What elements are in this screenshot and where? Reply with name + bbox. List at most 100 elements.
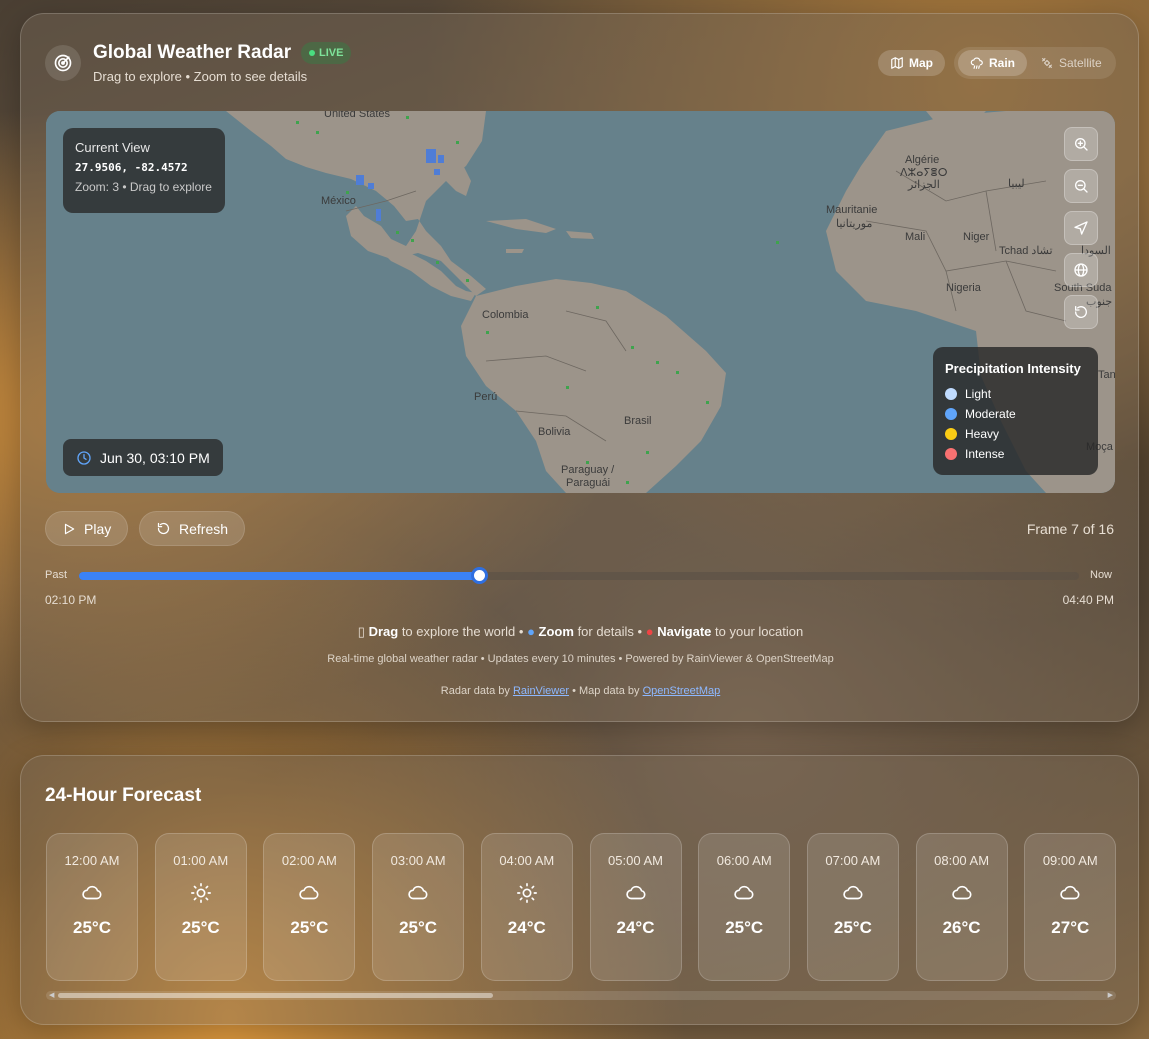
timeline-progress — [79, 572, 479, 580]
satellite-layer-button[interactable]: Satellite — [1028, 50, 1114, 76]
legend-label-heavy: Heavy — [965, 427, 1000, 441]
globe-icon — [1074, 263, 1088, 277]
live-badge: LIVE — [301, 42, 352, 64]
usage-hint: ▯ Drag to explore the world • ● Zoom for… — [21, 624, 1140, 640]
radar-panel: Global Weather Radar LIVE Drag to explor… — [20, 13, 1139, 722]
magnifier-icon: ● — [527, 624, 535, 639]
end-time: 04:40 PM — [1062, 593, 1114, 607]
forecast-temp: 25°C — [399, 918, 438, 937]
globe-view-button[interactable] — [1064, 253, 1098, 287]
forecast-temp: 26°C — [942, 918, 981, 937]
satellite-icon — [1041, 57, 1053, 69]
map-label-nigeria: Nigeria — [946, 282, 981, 294]
forecast-time: 05:00 AM — [608, 853, 663, 868]
live-dot-icon — [309, 50, 315, 56]
refresh-label: Refresh — [179, 520, 229, 537]
locate-button[interactable] — [1064, 211, 1098, 245]
satellite-layer-label: Satellite — [1059, 56, 1102, 70]
timeline-handle[interactable] — [471, 567, 488, 584]
forecast-time: 07:00 AM — [825, 853, 881, 868]
forecast-card: 03:00 AM 25°C — [372, 833, 465, 981]
zoom-in-button[interactable] — [1064, 127, 1098, 161]
forecast-title: 24-Hour Forecast — [45, 785, 202, 806]
radar-map[interactable]: United States México Colombia Perú Boliv… — [46, 111, 1115, 493]
sun-icon — [156, 882, 246, 904]
phone-icon: ▯ — [357, 624, 365, 639]
forecast-scrollbar[interactable]: ◀ ▶ — [46, 991, 1116, 1000]
start-time: 02:10 PM — [45, 593, 97, 607]
map-label-paraguay: Paraguay / — [561, 464, 615, 476]
openstreetmap-link[interactable]: OpenStreetMap — [643, 685, 721, 697]
play-button[interactable]: Play — [45, 511, 129, 546]
forecast-card: 01:00 AM 25°C — [154, 833, 247, 981]
map-label-niger: Niger — [963, 231, 990, 243]
live-label: LIVE — [319, 47, 344, 59]
map-label-united-states: United States — [324, 111, 391, 120]
map-view-label: Map — [909, 56, 933, 70]
zoom-out-button[interactable] — [1064, 169, 1098, 203]
refresh-icon — [157, 522, 170, 535]
cloud-icon — [1025, 882, 1115, 904]
play-label: Play — [84, 520, 112, 537]
forecast-time: 03:00 AM — [390, 853, 446, 868]
rainviewer-link[interactable]: RainViewer — [513, 685, 569, 697]
legend-dot-heavy — [945, 428, 957, 440]
precipitation-legend: Precipitation Intensity Light Moderate H… — [933, 347, 1098, 475]
cloud-icon — [47, 882, 137, 904]
forecast-temp: 25°C — [181, 918, 220, 937]
forecast-time: 02:00 AM — [281, 853, 337, 868]
forecast-card: 04:00 AM 24°C — [480, 833, 573, 981]
map-credit-prefix: • Map data by — [572, 685, 640, 697]
forecast-temp: 25°C — [73, 918, 111, 937]
map-label-algerie: Algérie — [905, 154, 940, 166]
forecast-card: 06:00 AM 25°C — [698, 833, 791, 981]
map-label-peru: Perú — [474, 391, 498, 403]
clock-icon — [77, 450, 91, 465]
timestamp-text: Jun 30, 03:10 PM — [100, 449, 210, 466]
current-coords: 27.9506, -82.4572 — [75, 161, 188, 174]
forecast-temp: 25°C — [290, 918, 329, 937]
forecast-scroller[interactable]: 12:00 AM 25°C 01:00 AM 25°C 02:00 AM 25°C 03:0… — [46, 833, 1116, 983]
sun-icon — [482, 882, 572, 904]
forecast-panel: 24-Hour Forecast 12:00 AM 25°C 01:00 AM 25°… — [20, 755, 1139, 1025]
legend-label-moderate: Moderate — [965, 407, 1016, 421]
current-view-box: Current View 27.9506, -82.4572 Zoom: 3 •… — [63, 128, 225, 213]
reset-view-button[interactable] — [1064, 295, 1098, 329]
past-label: Past — [45, 569, 68, 581]
forecast-time: 08:00 AM — [934, 853, 990, 868]
rain-layer-label: Rain — [989, 56, 1016, 70]
page-title: Global Weather Radar — [93, 42, 292, 63]
map-label-mauritanie-arabic: موريتانيا — [836, 218, 873, 230]
forecast-time: 12:00 AM — [64, 853, 120, 868]
legend-label-intense: Intense — [965, 447, 1005, 461]
map-icon — [891, 57, 903, 69]
forecast-temp: 25°C — [833, 918, 872, 937]
forecast-card: 08:00 AM 26°C — [915, 833, 1008, 981]
legend-dot-intense — [945, 448, 957, 460]
forecast-temp: 24°C — [507, 918, 546, 937]
map-label-mauritanie: Mauritanie — [826, 204, 878, 216]
refresh-button[interactable]: Refresh — [139, 511, 246, 546]
scroll-right-icon[interactable]: ▶ — [1108, 991, 1113, 1000]
forecast-card: 07:00 AM 25°C — [806, 833, 899, 981]
hint-drag-rest: to explore the world • — [401, 624, 524, 639]
forecast-time: 06:00 AM — [716, 853, 772, 868]
hint-zoom-rest: for details • — [577, 624, 643, 639]
radar-logo-icon — [45, 45, 81, 81]
play-icon — [64, 523, 75, 534]
map-label-brasil: Brasil — [624, 415, 652, 427]
map-label-colombia: Colombia — [482, 309, 529, 321]
map-label-bolivia: Bolivia — [538, 426, 571, 438]
forecast-time: 04:00 AM — [499, 853, 555, 868]
frame-counter: Frame 7 of 16 — [1026, 521, 1114, 537]
legend-item-light: Light — [945, 384, 1086, 404]
map-view-button[interactable]: Map — [878, 50, 945, 76]
scroll-left-icon[interactable]: ◀ — [49, 991, 54, 1000]
legend-item-heavy: Heavy — [945, 424, 1086, 444]
map-label-mexico: México — [321, 195, 356, 207]
scrollbar-thumb[interactable] — [58, 993, 493, 998]
rain-layer-button[interactable]: Rain — [958, 50, 1028, 76]
pin-icon: ● — [645, 624, 654, 639]
hint-navigate: Navigate — [657, 624, 712, 639]
legend-dot-moderate — [945, 408, 957, 420]
